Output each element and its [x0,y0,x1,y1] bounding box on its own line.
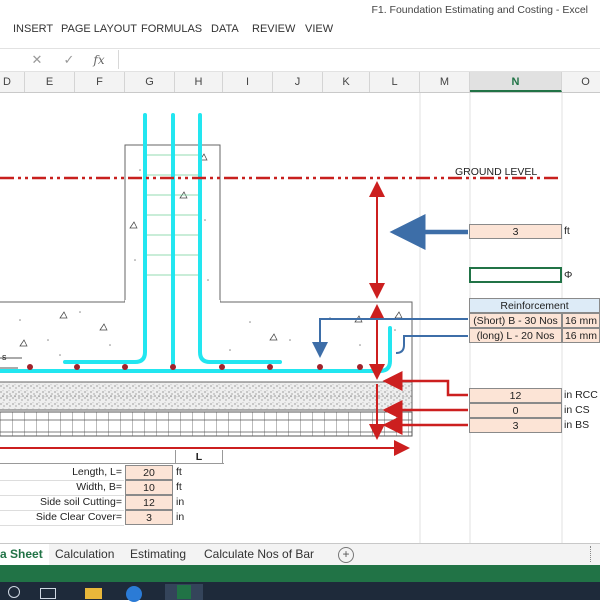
bs-unit: in BS [564,419,590,431]
column-header-selected[interactable]: N [470,72,562,92]
rcc-unit: in RCC [564,389,598,401]
ground-level-label: GROUND LEVEL [455,166,538,178]
ribbon-tabs: INSERT PAGE LAYOUT FORMULAS DATA REVIEW … [0,20,600,42]
side-soil-cutting-label: Side soil Cutting= [0,495,124,511]
tab-splitter[interactable] [590,546,593,562]
cs-thickness-cell[interactable]: 0 [469,403,562,418]
formula-input[interactable] [118,50,600,69]
tab-view[interactable]: VIEW [305,23,333,35]
column-header[interactable]: J [273,72,323,92]
length-label: Length, L= [0,465,124,481]
worksheet-grid[interactable]: GROUND LEVEL s 3 ft Φ Reinforcement (Sho… [0,93,600,543]
window-title: F1. Foundation Estimating and Costing - … [371,4,588,16]
length-input[interactable]: 20 [125,465,173,480]
column-header[interactable]: H [175,72,223,92]
side-soil-cutting-input[interactable]: 12 [125,495,173,510]
column-headers: D E F G H I J K L M N O [0,72,600,93]
excel-icon [177,585,191,599]
bs-thickness-cell[interactable]: 3 [469,418,562,433]
diameter-symbol: Φ [564,269,573,281]
sheet-tabs: a Sheet Calculation Estimating Calculate… [0,543,600,567]
width-input[interactable]: 10 [125,480,173,495]
side-soil-cutting-unit: in [176,496,185,508]
depth-unit: ft [564,225,570,237]
column-header[interactable]: F [75,72,125,92]
sheet-tab-calculation[interactable]: Calculation [55,544,114,565]
column-header[interactable]: O [562,72,600,92]
length-unit: ft [176,466,182,478]
sheet-tab-data-sheet[interactable]: a Sheet [0,544,49,567]
side-clear-cover-unit: in [176,511,185,523]
title-bar: F1. Foundation Estimating and Costing - … [0,0,600,20]
long-bar-size-cell[interactable]: 16 mm [562,328,600,343]
column-header[interactable]: M [420,72,470,92]
tab-review[interactable]: REVIEW [252,23,295,35]
cs-unit: in CS [564,404,590,416]
add-sheet-icon[interactable]: + [338,547,354,563]
search-icon[interactable] [8,586,20,598]
depth-value-cell[interactable]: 3 [469,224,562,239]
sheet-tab-calculate-nos-of-bar[interactable]: Calculate Nos of Bar [204,544,314,565]
column-header[interactable]: G [125,72,175,92]
tab-page-layout[interactable]: PAGE LAYOUT [61,23,137,35]
side-clear-cover-input[interactable]: 3 [125,510,173,525]
task-view-icon[interactable] [40,588,56,599]
sheet-tab-estimating[interactable]: Estimating [130,544,186,565]
tab-data[interactable]: DATA [211,23,239,35]
insert-function-icon[interactable]: fx [88,51,110,69]
column-header[interactable]: K [323,72,370,92]
column-header[interactable]: I [223,72,273,92]
short-bar-cell[interactable]: (Short) B - 30 Nos [469,313,562,328]
status-bar [0,565,600,582]
width-unit: ft [176,481,182,493]
column-header[interactable]: L [370,72,420,92]
diameter-selected-cell[interactable] [469,267,562,283]
reinforcement-header[interactable]: Reinforcement [469,298,600,313]
input-table-header: L [175,450,223,464]
width-label: Width, B= [0,480,124,496]
confirm-icon[interactable]: ✓ [58,51,80,69]
rcc-thickness-cell[interactable]: 12 [469,388,562,403]
taskbar [0,582,600,602]
cancel-icon[interactable]: ✕ [26,51,48,69]
tab-insert[interactable]: INSERT [13,23,53,35]
column-header[interactable]: D [0,72,25,92]
side-clear-cover-label: Side Clear Cover= [0,510,124,526]
excel-taskbar-item[interactable] [165,584,203,600]
short-bar-size-cell[interactable]: 16 mm [562,313,600,328]
tab-formulas[interactable]: FORMULAS [141,23,202,35]
file-explorer-icon[interactable] [85,588,102,599]
long-bar-cell[interactable]: (long) L - 20 Nos [469,328,562,343]
formula-bar: ✕ ✓ fx [0,48,600,72]
small-tag-label: s [2,352,7,362]
column-header[interactable]: E [25,72,75,92]
